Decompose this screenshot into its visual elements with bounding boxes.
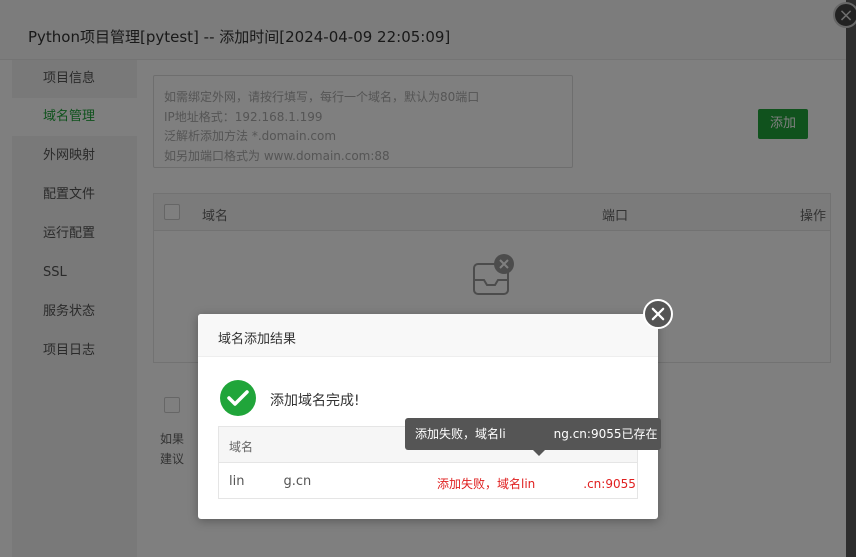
column-header-domain: 域名 xyxy=(229,440,254,454)
tooltip-arrow xyxy=(533,450,545,456)
success-check-icon xyxy=(220,380,256,416)
dialog-title: 域名添加结果 xyxy=(218,332,297,347)
error-tooltip: 添加失败，域名li ng.cn:9055已存在 xyxy=(405,418,661,456)
domain-result-dialog: 域名添加结果 添加域名完成! 域名 lin g.cn 添加失败，域名lin .c… xyxy=(198,314,658,519)
result-status-error[interactable]: 添加失败，域名lin .cn:9055已存在 xyxy=(437,475,637,492)
success-message: 添加域名完成! xyxy=(270,393,360,409)
tooltip-text: 添加失败，域名li ng.cn:9055已存在 xyxy=(415,427,658,441)
dialog-header: 域名添加结果 xyxy=(198,314,658,357)
result-domain: lin g.cn xyxy=(229,474,312,489)
dialog-close-icon[interactable] xyxy=(643,299,673,329)
table-row: lin g.cn 添加失败，域名lin .cn:9055已存在 xyxy=(219,463,637,499)
